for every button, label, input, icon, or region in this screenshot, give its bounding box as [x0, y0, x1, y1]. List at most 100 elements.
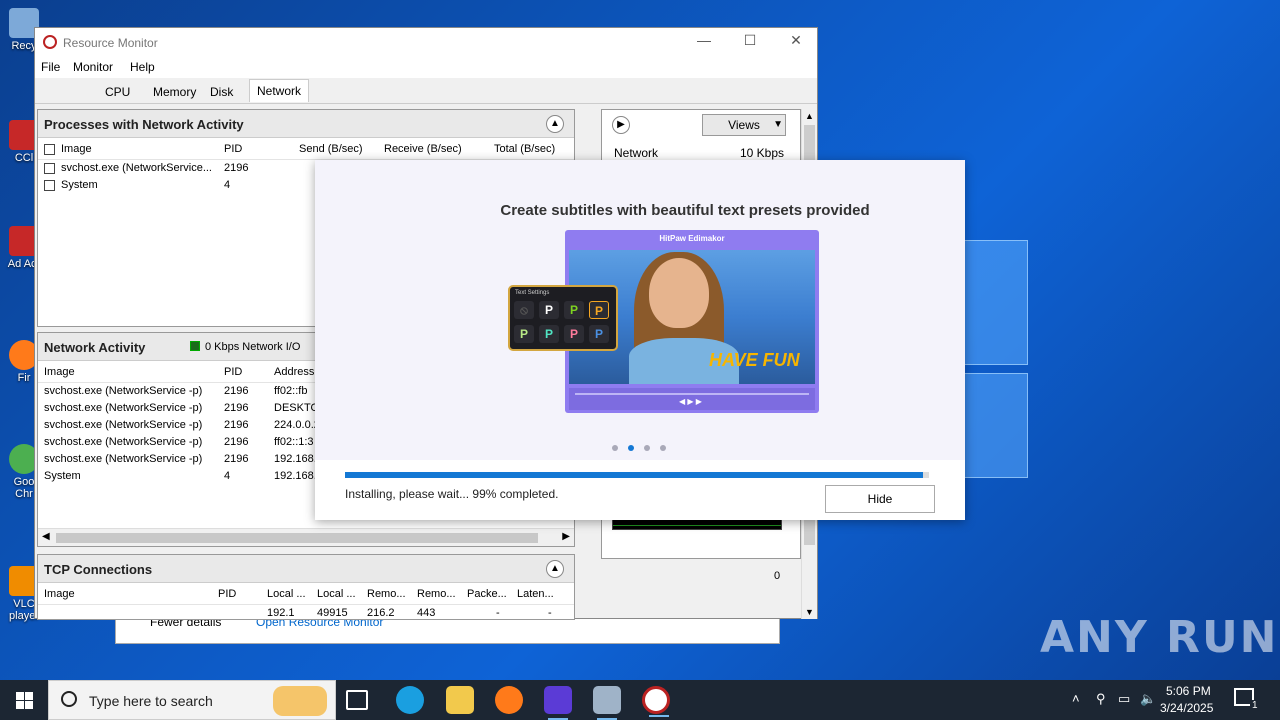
- menu-help[interactable]: Help: [130, 60, 155, 74]
- column-latency[interactable]: Laten...: [517, 588, 554, 600]
- cell-image: svchost.exe (NetworkService -p): [44, 419, 203, 431]
- install-status-text: Installing, please wait... 99% completed…: [345, 487, 559, 501]
- panel-title: Network Activity: [44, 340, 146, 355]
- close-button[interactable]: ✕: [781, 32, 811, 52]
- preset-orange: P: [589, 301, 609, 319]
- column-local-address[interactable]: Local ...: [267, 588, 306, 600]
- task-view-icon[interactable]: [346, 690, 368, 710]
- column-image[interactable]: Image: [44, 588, 75, 600]
- network-graph-scale: 10 Kbps: [740, 146, 785, 160]
- table-row[interactable]: 192.1 49915 216.2 443 - -: [38, 605, 574, 619]
- column-local-port[interactable]: Local ...: [317, 588, 356, 600]
- resource-monitor-icon: [43, 35, 57, 49]
- text-settings-label: Text Settings: [515, 290, 550, 296]
- tab-disk[interactable]: Disk: [206, 83, 237, 101]
- carousel-dot-active[interactable]: [628, 445, 634, 451]
- edge-icon[interactable]: [396, 686, 424, 714]
- network-graph-label: Network: [614, 146, 659, 160]
- views-dropdown[interactable]: Views ▼: [702, 114, 786, 136]
- security-icon[interactable]: ⚲: [1096, 691, 1106, 707]
- taskbar-search-box[interactable]: Type here to search: [48, 680, 336, 720]
- file-explorer-icon[interactable]: [446, 686, 474, 714]
- network-icon[interactable]: ▭: [1118, 691, 1130, 707]
- cell-address: DESKTOF: [274, 402, 318, 414]
- panel-title: TCP Connections: [44, 562, 153, 577]
- panel-header[interactable]: TCP Connections ▲: [38, 555, 574, 583]
- scroll-left-icon[interactable]: ◀: [42, 531, 50, 542]
- carousel-dot[interactable]: [644, 445, 650, 451]
- cell-local-address: 192.1: [267, 607, 295, 619]
- column-image[interactable]: Image: [44, 366, 75, 378]
- panel-header[interactable]: Processes with Network Activity ▲: [38, 110, 574, 138]
- column-pid[interactable]: PID: [218, 588, 236, 600]
- tab-network[interactable]: Network: [249, 79, 310, 102]
- chevron-up-icon[interactable]: ˄: [1072, 691, 1080, 706]
- menu-monitor[interactable]: Monitor: [73, 60, 113, 74]
- select-all-checkbox[interactable]: [44, 143, 55, 155]
- cell-pid: 4: [224, 179, 231, 191]
- row-checkbox[interactable]: [44, 162, 55, 174]
- menu-file[interactable]: File: [41, 60, 60, 74]
- collapse-icon[interactable]: ▲: [546, 115, 564, 133]
- search-highlight-image: [273, 686, 327, 716]
- tab-cpu[interactable]: CPU: [101, 83, 134, 101]
- column-remote-port[interactable]: Remo...: [417, 588, 456, 600]
- column-pid[interactable]: PID: [224, 143, 242, 155]
- column-header-row: Image PID Send (B/sec) Receive (B/sec) T…: [38, 138, 574, 160]
- edimakor-installer-icon[interactable]: [544, 686, 572, 720]
- collapse-icon[interactable]: ▲: [546, 560, 564, 578]
- text-settings-panel: Text Settings ⦸ P P P P P P P: [508, 285, 618, 351]
- cell-address: 192.168.: [274, 453, 317, 465]
- taskbar: Type here to search ˄ ⚲ ▭ 🔈 5:06 PM 3/24…: [0, 680, 1280, 720]
- resource-monitor-taskbar-icon[interactable]: [642, 686, 670, 717]
- column-remote-address[interactable]: Remo...: [367, 588, 406, 600]
- start-button[interactable]: [0, 680, 48, 720]
- cell-address: 224.0.0.2: [274, 419, 318, 431]
- horizontal-scrollbar[interactable]: ◀ ▶: [38, 528, 574, 546]
- network-io-indicator-icon: [190, 341, 200, 351]
- cell-pid: 2196: [224, 436, 249, 448]
- column-receive[interactable]: Receive (B/sec): [384, 143, 462, 155]
- volume-icon[interactable]: 🔈: [1140, 691, 1156, 707]
- clock-date[interactable]: 3/24/2025: [1160, 701, 1213, 715]
- tcp-connections-panel: TCP Connections ▲ Image PID Local ... Lo…: [37, 554, 575, 620]
- preset-lime: P: [514, 325, 534, 343]
- clock-time[interactable]: 5:06 PM: [1166, 684, 1211, 698]
- minimize-button[interactable]: —: [689, 32, 719, 52]
- scroll-right-icon[interactable]: ▶: [562, 531, 570, 542]
- progress-fill: [345, 472, 924, 478]
- no-style-icon: ⦸: [514, 301, 534, 319]
- cell-local-port: 49915: [317, 607, 348, 619]
- tab-memory[interactable]: Memory: [149, 83, 200, 101]
- anyrun-watermark: ANY RUN: [1040, 612, 1279, 663]
- installer-dialog: Create subtitles with beautiful text pre…: [315, 160, 965, 520]
- play-icon: ◀ ▶ ▶: [679, 397, 702, 406]
- window-title: Resource Monitor: [63, 36, 158, 50]
- cell-pid: 2196: [224, 402, 249, 414]
- scroll-thumb[interactable]: [56, 533, 538, 543]
- carousel-dot[interactable]: [612, 445, 618, 451]
- firefox-taskbar-icon[interactable]: [495, 686, 523, 714]
- windows-start-icon: [16, 692, 24, 700]
- expand-icon[interactable]: ▶: [612, 116, 630, 134]
- cell-image: svchost.exe (NetworkService -p): [44, 385, 203, 397]
- column-total[interactable]: Total (B/sec): [494, 143, 555, 155]
- maximize-button[interactable]: ☐: [735, 32, 765, 52]
- carousel-dot[interactable]: [660, 445, 666, 451]
- control-panel-icon[interactable]: [593, 686, 621, 720]
- panel-title: Processes with Network Activity: [44, 117, 244, 132]
- column-send[interactable]: Send (B/sec): [299, 143, 363, 155]
- column-image[interactable]: Image: [61, 143, 92, 155]
- menu-bar: File Monitor Help: [35, 56, 817, 78]
- graph-zero-label: 0: [774, 570, 781, 582]
- scroll-down-icon[interactable]: ▼: [805, 607, 814, 617]
- scroll-up-icon[interactable]: ▲: [805, 111, 814, 121]
- cell-address: 192.168.: [274, 470, 317, 482]
- column-packet-loss[interactable]: Packe...: [467, 588, 507, 600]
- column-pid[interactable]: PID: [224, 366, 242, 378]
- row-checkbox[interactable]: [44, 179, 55, 191]
- column-address[interactable]: Address: [274, 366, 314, 378]
- hide-button[interactable]: Hide: [825, 485, 935, 513]
- cell-remote-address: 216.2: [367, 607, 395, 619]
- cell-image: svchost.exe (NetworkService -p): [44, 402, 203, 414]
